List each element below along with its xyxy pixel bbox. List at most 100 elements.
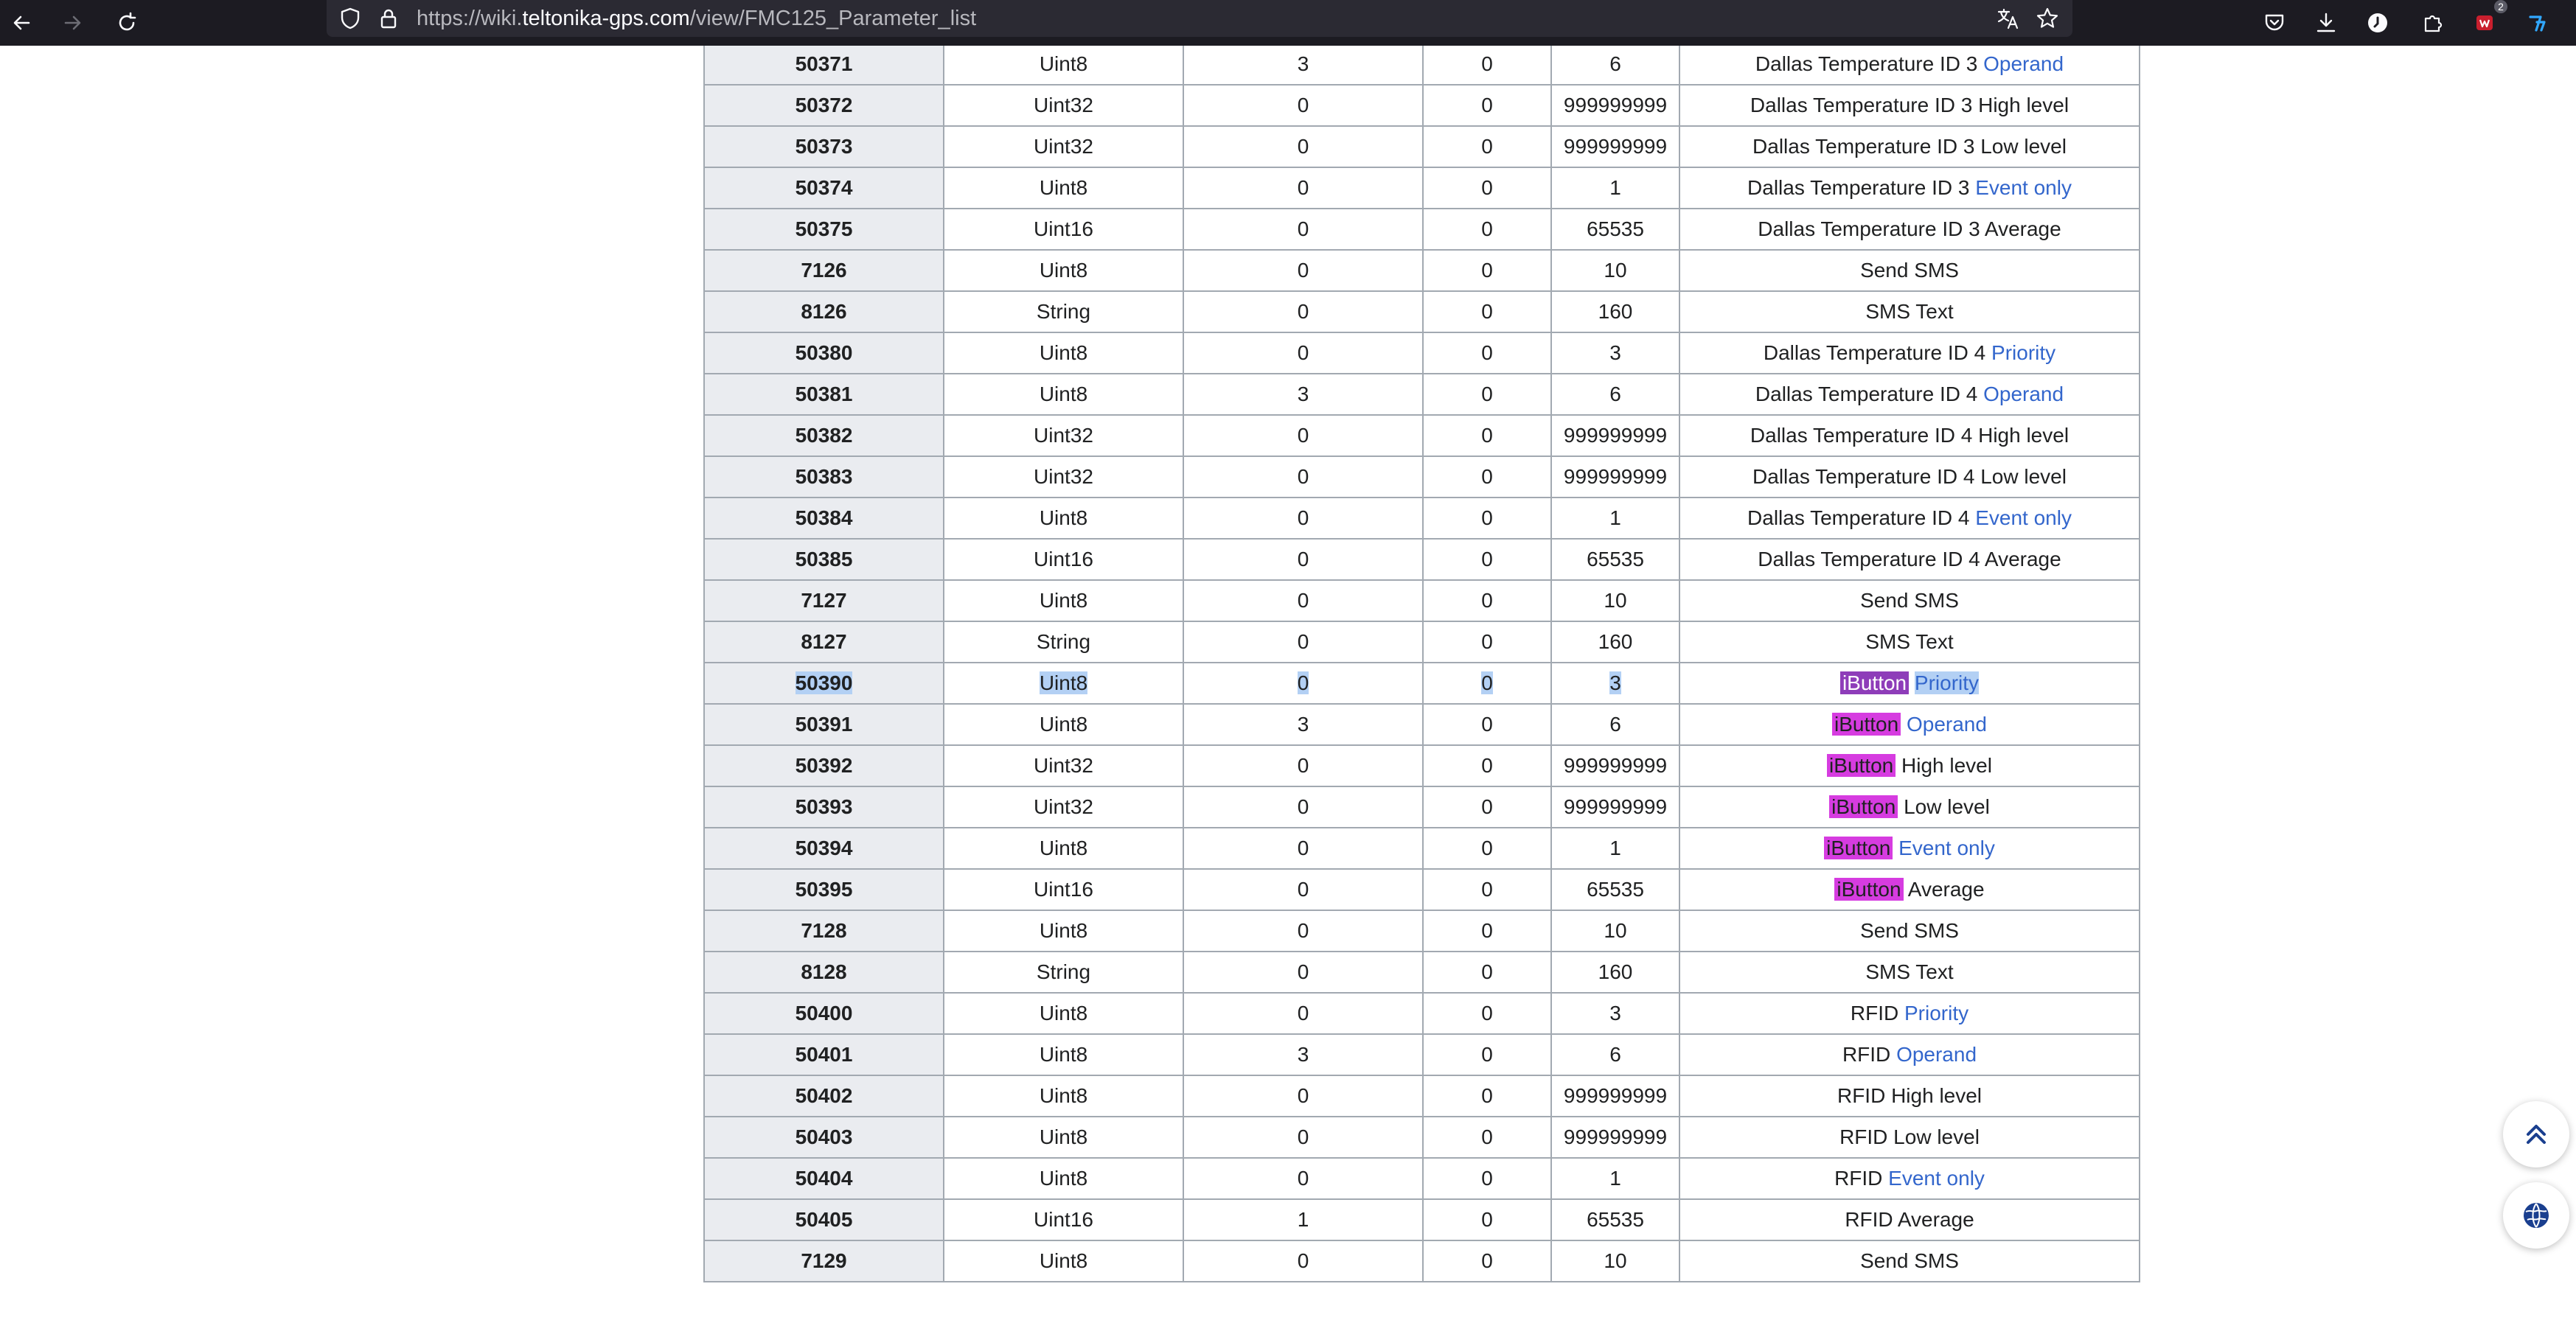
cell-param-id: 50403 <box>703 1116 944 1159</box>
cell-max: 6 <box>1550 1033 1680 1076</box>
cell-max: 65535 <box>1550 1198 1680 1241</box>
cell-default: 0 <box>1183 744 1424 787</box>
cell-max: 160 <box>1550 951 1680 994</box>
cell-min-text: 0 <box>1481 630 1493 653</box>
cell-type: Uint16 <box>943 538 1184 581</box>
cell-param-id: 50380 <box>703 332 944 374</box>
account-button[interactable] <box>2359 4 2396 41</box>
addon-icon <box>2476 15 2493 30</box>
table-row: 50382 Uint32 0 0 999999999 Dallas Temperature… <box>703 414 2140 457</box>
cell-max: 10 <box>1550 249 1680 292</box>
description-link[interactable]: Operand <box>1907 713 1987 736</box>
chat-button[interactable] <box>2503 1182 2569 1249</box>
description-link[interactable]: Operand <box>1983 383 2064 405</box>
cell-max: 1 <box>1550 167 1680 209</box>
pocket-button[interactable] <box>2256 4 2293 41</box>
description-link[interactable]: Event only <box>1888 1167 1985 1190</box>
description-text: Send SMS <box>1860 259 1959 282</box>
cell-type: Uint8 <box>943 703 1184 746</box>
url-bar[interactable]: https://wiki.teltonika-gps.com/view/FMC1… <box>327 0 2072 37</box>
shield-icon[interactable] <box>338 7 362 30</box>
cell-min: 0 <box>1422 1240 1552 1282</box>
description-link[interactable]: Event only <box>1975 176 2072 199</box>
addon-button-2[interactable] <box>2520 4 2557 41</box>
table-row: 50391 Uint8 3 0 6 iButton Operand <box>703 703 2140 746</box>
cell-param-id-text: 50401 <box>795 1043 853 1066</box>
addon-badge: 2 <box>2494 0 2507 13</box>
cell-type: Uint32 <box>943 455 1184 498</box>
cell-max-text: 10 <box>1604 919 1627 942</box>
cell-min: 0 <box>1422 827 1552 870</box>
cell-max-text: 6 <box>1609 713 1621 736</box>
cell-min: 0 <box>1422 290 1552 333</box>
cell-max: 6 <box>1550 703 1680 746</box>
cell-param-id: 50371 <box>703 46 944 85</box>
parameter-table: 50371 Uint8 3 0 6 Dallas Temperature ID 3 Ope… <box>703 46 2140 1282</box>
cell-description: Dallas Temperature ID 4 Operand <box>1679 373 2140 416</box>
description-text: SMS Text <box>1865 300 1954 323</box>
cell-min-text: 0 <box>1481 837 1493 859</box>
description-link[interactable]: Operand <box>1896 1043 1977 1066</box>
cell-type: Uint8 <box>943 827 1184 870</box>
table-row: 50373 Uint32 0 0 999999999 Dallas Temperature… <box>703 125 2140 168</box>
cell-param-id-text: 50394 <box>795 837 853 859</box>
cell-param-id: 50392 <box>703 744 944 787</box>
description-link[interactable]: Priority <box>1914 671 1980 694</box>
cell-max: 10 <box>1550 910 1680 952</box>
cell-type-text: Uint8 <box>1039 1084 1088 1107</box>
cell-min-text: 0 <box>1481 754 1493 777</box>
description-link[interactable]: Event only <box>1975 506 2072 529</box>
cell-default-text: 3 <box>1297 1043 1309 1066</box>
table-row: 50383 Uint32 0 0 999999999 Dallas Temperature… <box>703 455 2140 498</box>
cell-max-text: 6 <box>1609 52 1621 75</box>
cell-max-text: 999999999 <box>1563 754 1668 777</box>
addon-button[interactable]: 2 <box>2466 0 2507 41</box>
cell-param-id: 50394 <box>703 827 944 870</box>
cell-min: 0 <box>1422 84 1552 127</box>
cell-min: 0 <box>1422 1198 1552 1241</box>
table-row: 7128 Uint8 0 0 10 Send SMS <box>703 910 2140 952</box>
cell-min: 0 <box>1422 332 1552 374</box>
url-text[interactable]: https://wiki.teltonika-gps.com/view/FMC1… <box>417 0 976 37</box>
cell-max-text: 10 <box>1604 1249 1627 1272</box>
description-link[interactable]: Priority <box>1904 1002 1968 1024</box>
description-link[interactable]: Priority <box>1991 341 2055 364</box>
cell-default: 0 <box>1183 249 1424 292</box>
translate-icon[interactable] <box>1996 7 2019 30</box>
cell-min: 0 <box>1422 1033 1552 1076</box>
cell-description: SMS Text <box>1679 951 2140 994</box>
scroll-top-button[interactable] <box>2503 1101 2569 1167</box>
description-link[interactable]: Operand <box>1983 52 2064 75</box>
url-domain: teltonika-gps.com <box>522 7 690 30</box>
downloads-button[interactable] <box>2308 4 2344 41</box>
cell-default-text: 0 <box>1297 424 1309 447</box>
cell-default-text: 0 <box>1297 671 1309 694</box>
cell-min-text: 0 <box>1481 589 1493 612</box>
cell-param-id-text: 50382 <box>795 424 853 447</box>
table-row: 50403 Uint8 0 0 999999999 RFID Low level <box>703 1116 2140 1159</box>
cell-min-text: 0 <box>1481 506 1493 529</box>
forward-button[interactable] <box>55 4 91 41</box>
cell-description: iButton Average <box>1679 868 2140 911</box>
table-row: 50381 Uint8 3 0 6 Dallas Temperature ID 4 Ope… <box>703 373 2140 416</box>
cell-type-text: Uint8 <box>1039 341 1088 364</box>
description-link[interactable]: Event only <box>1898 837 1995 859</box>
lock-icon[interactable] <box>377 7 400 30</box>
cell-max: 999999999 <box>1550 125 1680 168</box>
cell-description: Dallas Temperature ID 4 Event only <box>1679 497 2140 540</box>
cell-param-id-text: 50405 <box>795 1208 853 1231</box>
cell-default-text: 0 <box>1297 837 1309 859</box>
cell-max-text: 65535 <box>1587 878 1644 901</box>
cell-param-id: 8126 <box>703 290 944 333</box>
cell-param-id-text: 50380 <box>795 341 853 364</box>
back-button[interactable] <box>3 4 40 41</box>
description-text: iButton <box>1829 795 1898 818</box>
cell-default-text: 0 <box>1297 548 1309 570</box>
extensions-button[interactable] <box>2415 4 2451 41</box>
cell-type-text: Uint32 <box>1034 754 1093 777</box>
cell-min: 0 <box>1422 373 1552 416</box>
star-icon[interactable] <box>2036 7 2059 30</box>
cell-max: 3 <box>1550 332 1680 374</box>
reload-button[interactable] <box>108 4 145 41</box>
cell-min-text: 0 <box>1481 960 1493 983</box>
